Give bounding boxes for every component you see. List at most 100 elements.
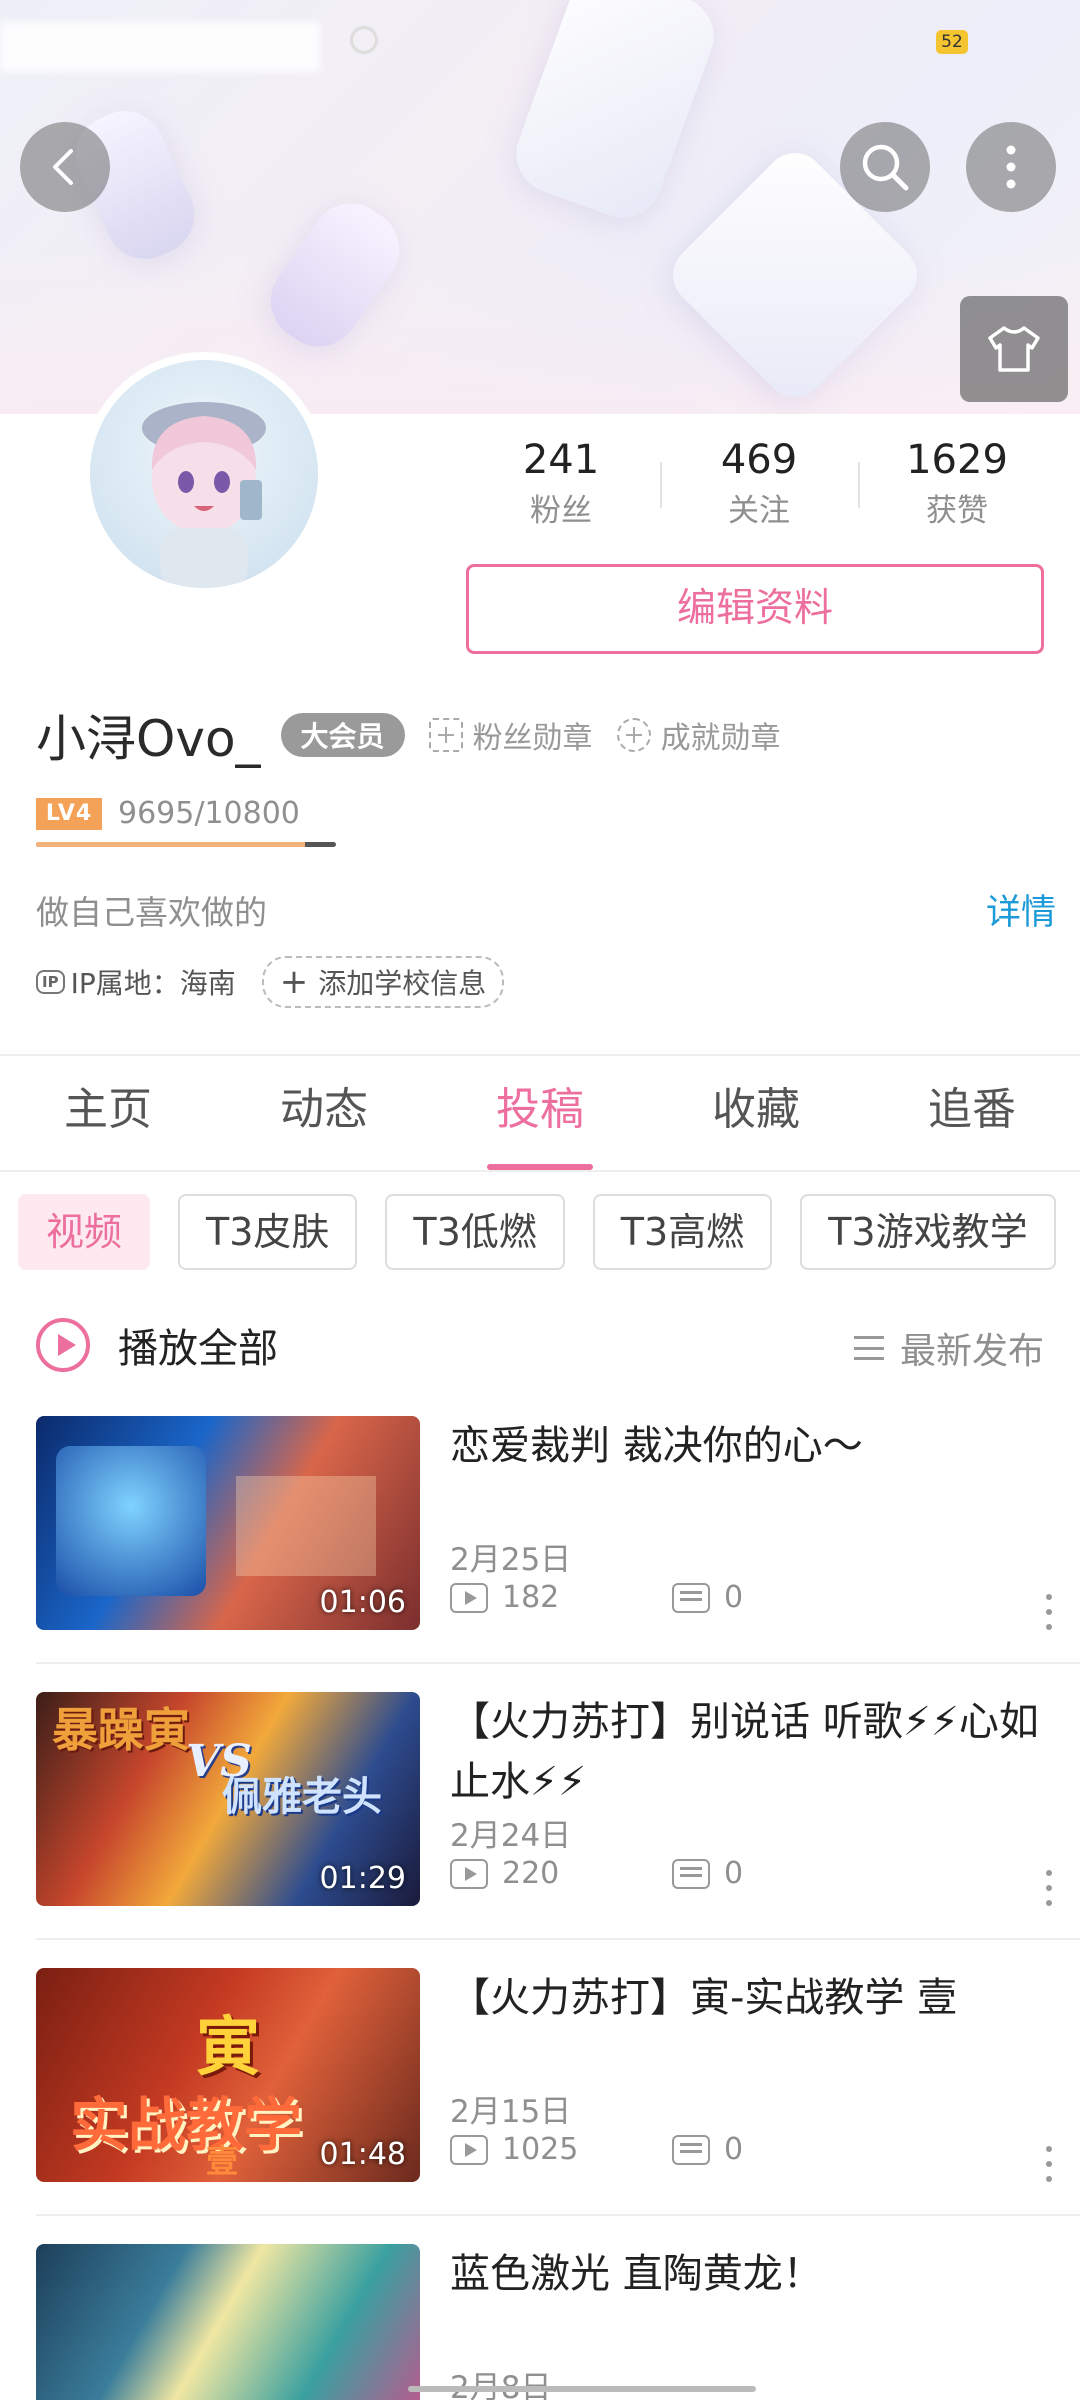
list-icon	[853, 1336, 884, 1360]
more-vertical-icon	[1006, 145, 1016, 189]
danmaku-count: 0	[724, 1580, 744, 1615]
level-row[interactable]: LV4 9695/10800	[36, 796, 300, 831]
edit-profile-button[interactable]: 编辑资料	[466, 564, 1044, 654]
ip-row: IP IP属地：海南 + 添加学校信息	[36, 956, 505, 1008]
thumb-text: 佩雅老头	[222, 1773, 382, 1820]
divider	[36, 1662, 1080, 1664]
play-circle-icon	[36, 1318, 90, 1372]
video-title: 蓝色激光 直陶黄龙！	[450, 2251, 823, 2297]
tab-bangumi[interactable]: 追番	[864, 1050, 1080, 1170]
list-item[interactable]: 寅 实战教学 壹 01:48 【火力苏打】寅-实战教学 壹 2月15日 1025…	[36, 1968, 1080, 2184]
stat-following[interactable]: 469 关注	[660, 432, 858, 542]
ip-icon: IP	[36, 970, 65, 994]
play-count-icon	[450, 2134, 488, 2165]
video-thumbnail: 暴躁寅 VS 佩雅老头 01:29	[36, 1692, 420, 1906]
ip-location: IP属地：海南	[70, 967, 236, 1000]
stat-label: 粉丝	[530, 493, 592, 529]
video-date: 2月24日	[450, 1818, 572, 1854]
stat-value: 469	[720, 437, 798, 483]
search-button[interactable]	[840, 122, 930, 212]
video-duration: 01:29	[319, 1861, 406, 1896]
bio-text: 做自己喜欢做的	[36, 893, 267, 932]
chip-t3-high[interactable]: T3高燃	[592, 1194, 773, 1270]
more-button[interactable]	[966, 122, 1056, 212]
vip-badge[interactable]: 大会员	[280, 713, 405, 757]
profile-banner: 52	[0, 0, 1080, 414]
more-vertical-icon[interactable]	[1046, 1870, 1052, 1906]
divider	[36, 2214, 1080, 2216]
video-thumbnail	[36, 2244, 420, 2400]
category-chips: 视频 T3皮肤 T3低燃 T3高燃 T3游戏教学	[18, 1194, 1080, 1270]
chevron-left-icon	[53, 149, 73, 185]
more-vertical-icon[interactable]	[1046, 1594, 1052, 1630]
video-title: 【火力苏打】寅-实战教学 壹	[450, 1975, 958, 2021]
level-badge: LV4	[36, 797, 102, 830]
tab-dynamics[interactable]: 动态	[216, 1050, 432, 1170]
stat-value: 241	[522, 437, 600, 483]
sort-button[interactable]: 最新发布	[853, 1322, 1044, 1374]
stat-fans[interactable]: 241 粉丝	[462, 432, 660, 542]
avatar-image	[90, 360, 318, 588]
home-indicator[interactable]	[408, 2386, 756, 2392]
add-achievement-icon	[616, 718, 651, 752]
stat-label: 关注	[728, 493, 790, 529]
video-meta: 182 0	[450, 1580, 743, 1615]
level-progress-fill	[36, 842, 306, 847]
stat-value: 1629	[906, 437, 1008, 483]
more-vertical-icon[interactable]	[1046, 2146, 1052, 2182]
detail-link[interactable]: 详情	[986, 884, 1056, 935]
video-date: 2月15日	[450, 2094, 572, 2130]
thumb-art	[236, 1476, 376, 1576]
play-count-icon	[450, 1582, 488, 1613]
thumb-text: 寅	[196, 2010, 260, 2085]
play-all-button[interactable]: 播放全部	[36, 1316, 278, 1374]
view-count: 1025	[502, 2132, 579, 2167]
danmaku-icon	[672, 2134, 710, 2165]
video-title: 恋爱裁判 裁决你的心～	[450, 1423, 863, 1469]
tab-home[interactable]: 主页	[0, 1050, 216, 1170]
achievement-medal-button[interactable]: 成就勋章	[616, 713, 781, 757]
chip-t3-skin[interactable]: T3皮肤	[178, 1194, 358, 1270]
divider	[0, 1170, 1080, 1172]
thumb-text: 壹	[206, 2142, 239, 2180]
battery-indicator: 52	[936, 30, 968, 54]
chip-t3-tutorial[interactable]: T3游戏教学	[800, 1194, 1056, 1270]
level-progress-text: 9695/10800	[118, 796, 300, 831]
add-school-label: 添加学校信息	[318, 967, 487, 1000]
tab-uploads[interactable]: 投稿	[432, 1050, 648, 1170]
fan-medal-button[interactable]: 粉丝勋章	[428, 713, 593, 757]
video-title: 【火力苏打】别说话 听歌⚡⚡心如止水⚡⚡	[450, 1699, 1039, 1805]
list-item[interactable]: 暴躁寅 VS 佩雅老头 01:29 【火力苏打】别说话 听歌⚡⚡心如止水⚡⚡ 2…	[36, 1692, 1080, 1908]
video-meta: 220 0	[450, 1856, 743, 1891]
list-item[interactable]: 蓝色激光 直陶黄龙！ 2月8日	[36, 2244, 1080, 2400]
profile-stats: 241 粉丝 469 关注 1629 获赞	[462, 432, 1056, 542]
search-icon	[862, 144, 909, 191]
view-count: 182	[502, 1580, 560, 1615]
chip-t3-low[interactable]: T3低燃	[385, 1194, 565, 1270]
achievement-medal-label: 成就勋章	[660, 721, 781, 756]
video-thumbnail: 寅 实战教学 壹 01:48	[36, 1968, 420, 2182]
avatar[interactable]	[82, 352, 326, 596]
status-icon	[350, 26, 378, 54]
stat-label: 获赞	[926, 493, 988, 529]
video-duration: 01:06	[319, 1585, 406, 1620]
divider	[36, 1938, 1080, 1940]
sort-label: 最新发布	[899, 1331, 1044, 1372]
list-item[interactable]: 01:06 恋爱裁判 裁决你的心～ 2月25日 182 0	[36, 1416, 1080, 1632]
video-thumbnail: 01:06	[36, 1416, 420, 1630]
danmaku-icon	[672, 1582, 710, 1613]
video-meta: 1025 0	[450, 2132, 743, 2167]
view-count: 220	[502, 1856, 560, 1891]
user-name: 小浔Ovo_	[36, 710, 261, 768]
thumb-text: 实战教学	[70, 2091, 303, 2159]
chip-video[interactable]: 视频	[18, 1194, 151, 1270]
tab-favorites[interactable]: 收藏	[648, 1050, 864, 1170]
thumb-art	[56, 1446, 206, 1596]
add-medal-icon	[428, 718, 463, 752]
stat-likes[interactable]: 1629 获赞	[858, 432, 1056, 542]
add-school-button[interactable]: + 添加学校信息	[261, 956, 505, 1008]
play-all-label: 播放全部	[118, 1326, 278, 1372]
skin-button[interactable]	[960, 296, 1068, 402]
danmaku-count: 0	[724, 1856, 744, 1891]
back-button[interactable]	[20, 122, 110, 212]
